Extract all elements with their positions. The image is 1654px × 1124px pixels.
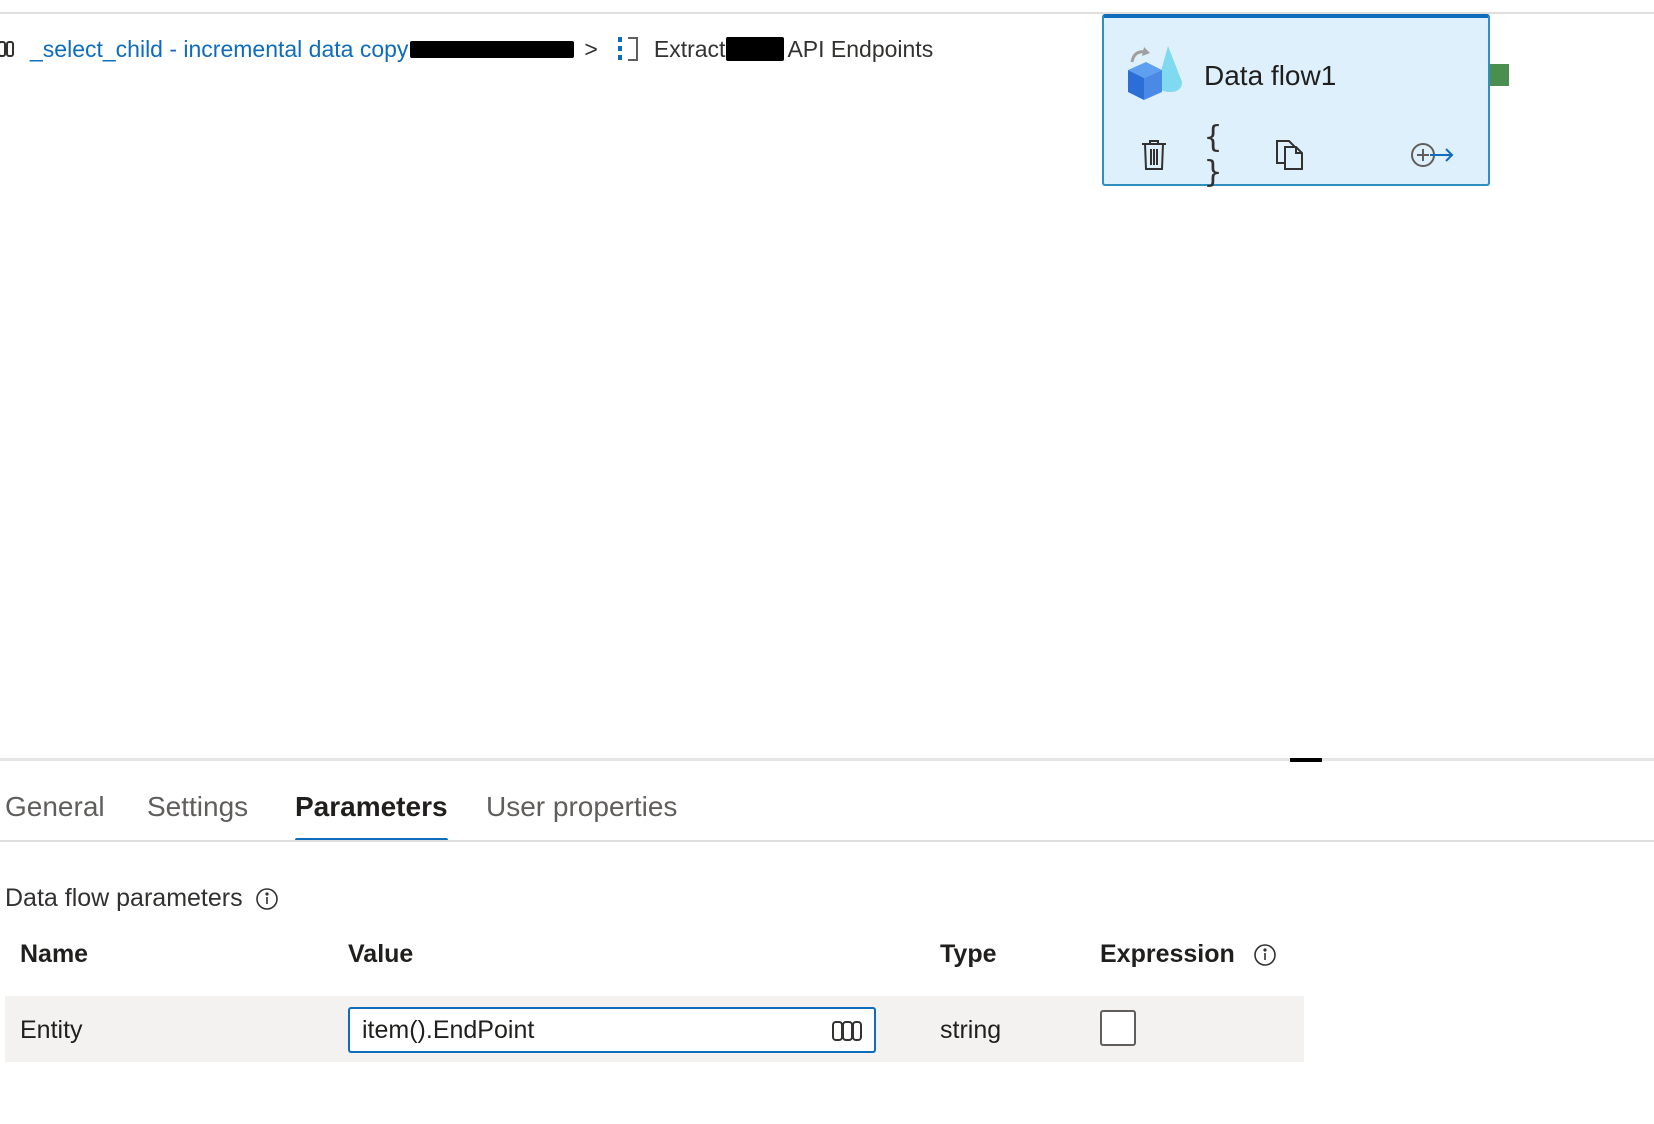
code-icon[interactable]: { } (1204, 120, 1240, 190)
tab-parameters[interactable]: Parameters (295, 786, 448, 842)
tab-general[interactable]: General (5, 786, 105, 842)
tab-user-properties[interactable]: User properties (486, 786, 677, 842)
column-header-name: Name (20, 940, 89, 968)
dataflow-activity-card[interactable]: Data flow1 { } (1102, 14, 1490, 190)
tab-settings[interactable]: Settings (147, 786, 248, 842)
section-title-text: Data flow parameters (5, 884, 243, 912)
dataflow-icon (1124, 42, 1188, 106)
column-header-expression-text: Expression (1100, 940, 1235, 968)
column-header-expression: Expression (1100, 940, 1277, 969)
parameter-type: string (940, 1016, 1002, 1044)
breadcrumb-current-suffix: API Endpoints (787, 35, 934, 62)
panel-divider (0, 758, 1654, 761)
expression-checkbox[interactable] (1100, 1010, 1136, 1046)
add-output-icon[interactable] (1410, 136, 1456, 174)
pipeline-icon (0, 37, 18, 61)
tabs-divider (0, 840, 1654, 842)
column-header-value: Value (348, 940, 414, 968)
activity-actions: { } (1130, 120, 1462, 190)
breadcrumb: _select_child - incremental data copy > … (0, 32, 933, 66)
redaction-bar (726, 37, 785, 61)
info-icon[interactable] (255, 887, 279, 911)
delete-icon[interactable] (1136, 136, 1172, 174)
activity-title[interactable]: Data flow1 (1204, 60, 1336, 92)
column-header-type: Type (940, 940, 997, 968)
parameter-value-input[interactable] (362, 1015, 802, 1045)
success-output-port[interactable] (1490, 64, 1509, 86)
redaction-bar (410, 40, 575, 58)
pipeline-expression-icon[interactable] (830, 1018, 864, 1044)
parameter-value-field[interactable] (348, 1007, 876, 1053)
info-icon[interactable] (1253, 943, 1277, 967)
foreach-icon (616, 35, 640, 63)
panel-resize-handle[interactable] (1290, 758, 1322, 762)
section-title: Data flow parameters (5, 884, 279, 913)
breadcrumb-current-prefix: Extract (653, 35, 726, 62)
copy-icon[interactable] (1272, 136, 1308, 174)
parameter-name: Entity (20, 1016, 83, 1044)
breadcrumb-pipeline-link[interactable]: _select_child - incremental data copy (30, 36, 408, 63)
properties-tabs: General Settings Parameters User propert… (0, 786, 1654, 842)
breadcrumb-separator: > (584, 35, 598, 62)
